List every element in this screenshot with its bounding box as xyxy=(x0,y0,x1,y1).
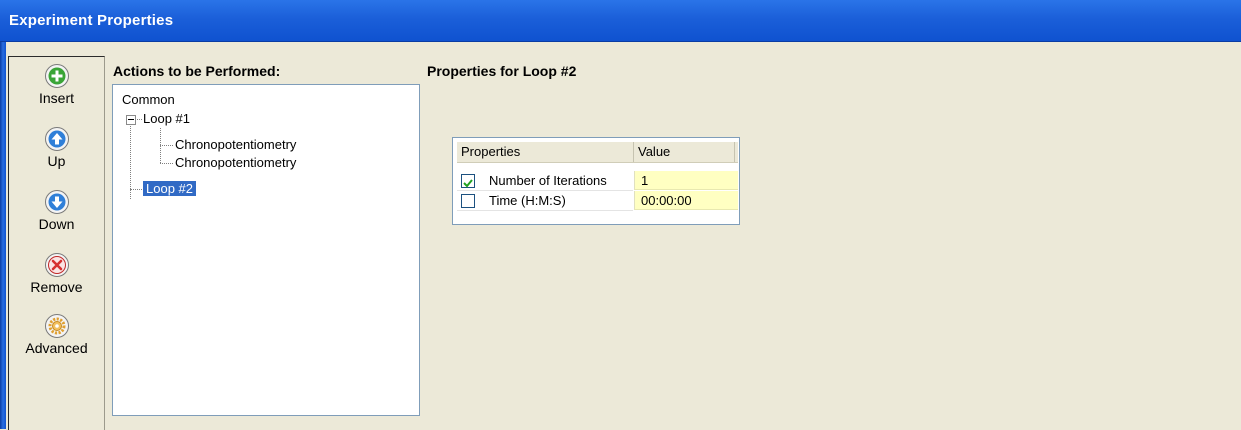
remove-label: Remove xyxy=(30,279,83,295)
column-header-value[interactable]: Value xyxy=(634,142,735,162)
tree-item-loop-2[interactable]: Loop #2 xyxy=(143,180,196,198)
property-name: Number of Iterations xyxy=(489,173,607,188)
actions-heading: Actions to be Performed: xyxy=(113,63,281,79)
grid-header: Properties Value xyxy=(457,142,738,163)
property-name-cell: Number of Iterations xyxy=(457,171,633,191)
gear-icon xyxy=(44,314,69,338)
property-value-cell[interactable]: 1 xyxy=(634,171,738,190)
advanced-label: Advanced xyxy=(25,340,88,356)
properties-grid[interactable]: Properties Value Number of Iterations 1 … xyxy=(452,137,740,225)
tree-item-label: Loop #2 xyxy=(143,181,196,196)
up-button[interactable]: Up xyxy=(9,126,104,186)
remove-button[interactable]: Remove xyxy=(9,252,104,312)
tree-connector xyxy=(135,119,142,120)
tree-item-label: Chronopotentiometry xyxy=(175,137,297,152)
checkmark-icon xyxy=(463,179,473,188)
tree-connector xyxy=(130,118,131,199)
iterations-checkbox[interactable] xyxy=(461,174,475,188)
up-label: Up xyxy=(47,153,66,169)
remove-x-icon xyxy=(44,253,69,277)
down-button[interactable]: Down xyxy=(9,189,104,249)
properties-heading: Properties for Loop #2 xyxy=(427,63,577,79)
tree-item-label: Common xyxy=(122,92,175,107)
property-row[interactable]: Time (H:M:S) 00:00:00 xyxy=(457,191,738,211)
title-bar: Experiment Properties xyxy=(0,0,1241,42)
tree-item-label: Chronopotentiometry xyxy=(175,155,297,170)
column-header-properties[interactable]: Properties xyxy=(457,142,634,162)
property-row[interactable]: Number of Iterations 1 xyxy=(457,171,738,191)
plus-icon xyxy=(44,64,69,88)
collapse-toggle-icon[interactable] xyxy=(126,115,136,125)
property-name-cell: Time (H:M:S) xyxy=(457,191,633,211)
tree-connector xyxy=(160,163,173,164)
insert-button[interactable]: Insert xyxy=(9,63,104,123)
property-value-cell[interactable]: 00:00:00 xyxy=(634,191,738,210)
action-toolbar: Insert Up Down Remove Advanced xyxy=(8,56,105,430)
tree-item-common[interactable]: Common xyxy=(122,91,175,109)
tree-item-label: Loop #1 xyxy=(143,111,190,126)
actions-tree[interactable]: Common Loop #1 Chronopotentiometry Chron… xyxy=(112,84,420,416)
tree-item-loop-1[interactable]: Loop #1 xyxy=(143,110,190,128)
tree-connector xyxy=(130,189,142,190)
insert-label: Insert xyxy=(38,90,74,106)
advanced-button[interactable]: Advanced xyxy=(9,313,104,373)
property-name: Time (H:M:S) xyxy=(489,193,566,208)
window-left-border xyxy=(0,42,6,429)
down-label: Down xyxy=(38,216,75,232)
tree-item-chronopotentiometry-1[interactable]: Chronopotentiometry xyxy=(175,136,296,154)
tree-item-chronopotentiometry-2[interactable]: Chronopotentiometry xyxy=(175,154,296,172)
arrow-down-icon xyxy=(44,190,69,214)
window-title: Experiment Properties xyxy=(9,12,174,29)
arrow-up-icon xyxy=(44,127,69,151)
tree-connector xyxy=(160,145,173,146)
time-checkbox[interactable] xyxy=(461,194,475,208)
